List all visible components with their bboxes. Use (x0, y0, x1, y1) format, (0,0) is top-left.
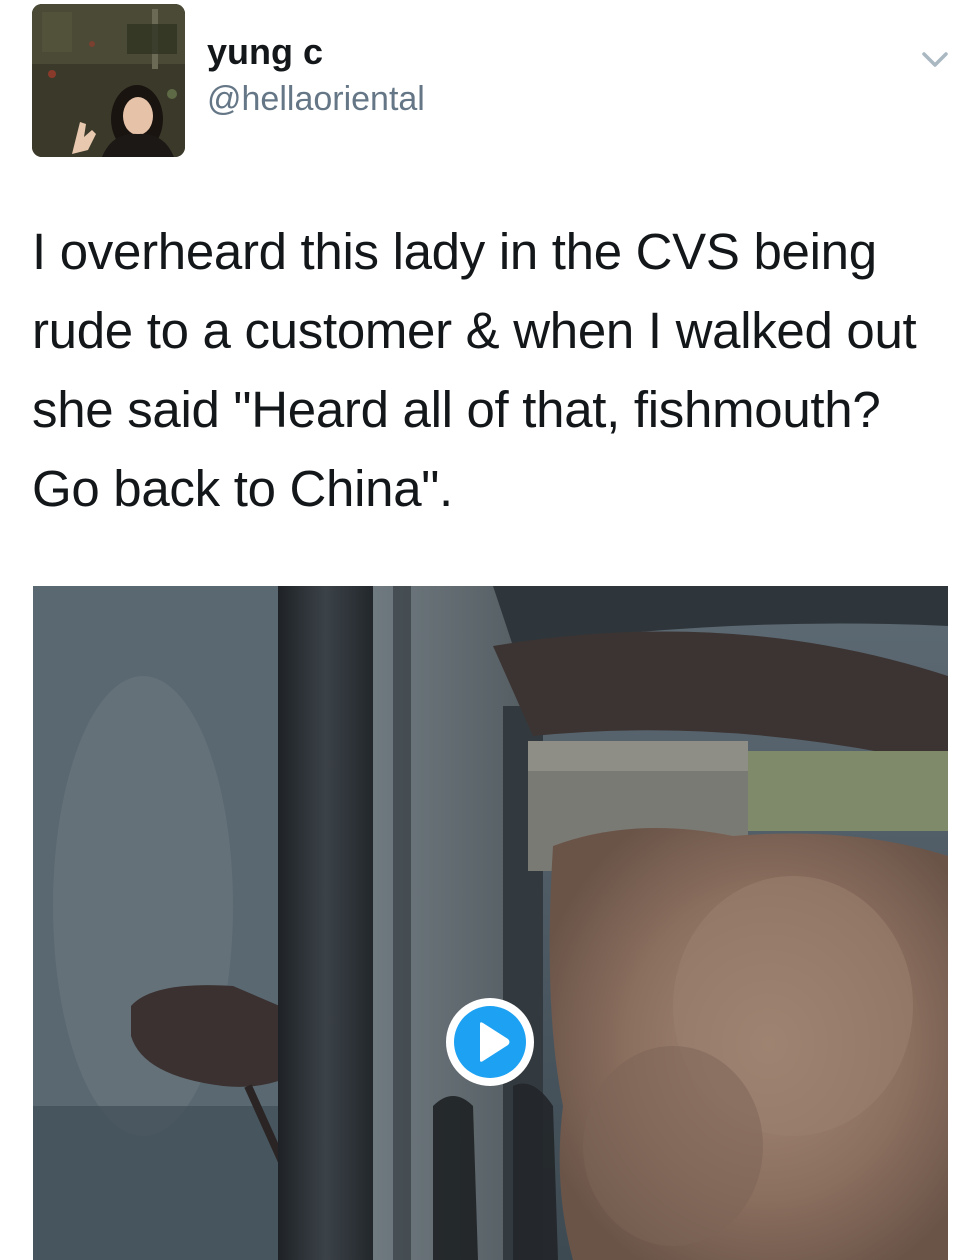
user-handle[interactable]: @hellaoriental (207, 78, 425, 120)
display-name[interactable]: yung c (207, 30, 425, 74)
avatar-photo (32, 4, 185, 157)
play-button[interactable] (444, 996, 536, 1088)
chevron-down-icon[interactable] (918, 44, 952, 74)
tweet-card: yung c @hellaoriental I overheard this l… (0, 0, 980, 1260)
video-media[interactable] (33, 586, 948, 1260)
author-block[interactable]: yung c @hellaoriental (207, 30, 425, 120)
play-icon (446, 998, 534, 1086)
tweet-text: I overheard this lady in the CVS being r… (32, 223, 917, 517)
avatar[interactable] (32, 4, 185, 157)
video-thumbnail (33, 586, 948, 1260)
